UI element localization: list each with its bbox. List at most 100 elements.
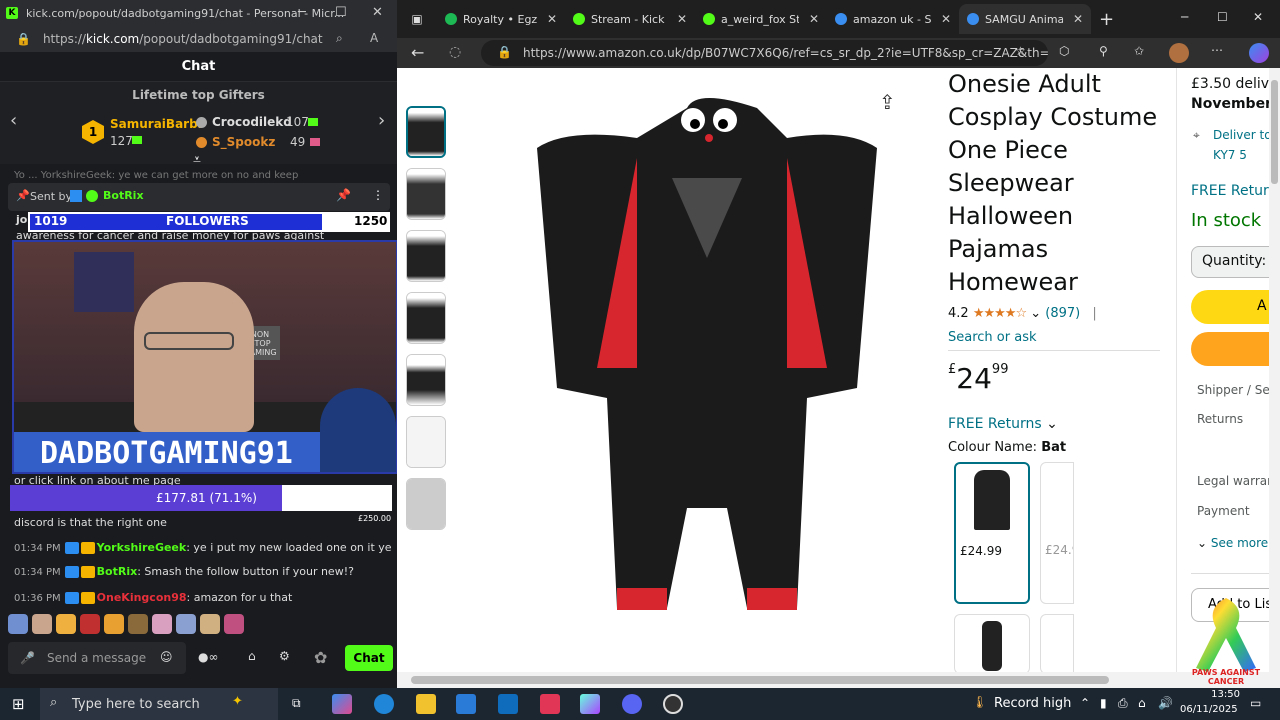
- favorites-icon[interactable]: ✩: [1134, 44, 1144, 58]
- obs-icon[interactable]: [663, 694, 683, 714]
- chevron-right-icon[interactable]: ›: [378, 110, 385, 131]
- weather-text[interactable]: Record high: [994, 696, 1071, 711]
- share-icon[interactable]: ⇪: [879, 90, 896, 114]
- colour-swatch-2[interactable]: £24.9: [1040, 462, 1074, 604]
- tab-5[interactable]: SAMGU Animal On ✕: [959, 4, 1091, 34]
- emote-icon[interactable]: [8, 614, 28, 634]
- thumbnail-2[interactable]: [406, 168, 446, 220]
- more-icon[interactable]: ⋯: [1211, 43, 1223, 57]
- wallet-icon[interactable]: ⚲: [1099, 44, 1108, 58]
- colour-swatch-3[interactable]: [954, 614, 1030, 672]
- maximize-icon[interactable]: ☐: [335, 5, 347, 20]
- clock-time[interactable]: 13:50: [1194, 689, 1240, 700]
- more-icon[interactable]: ⋮: [372, 188, 384, 202]
- chevron-down-icon[interactable]: ⌄: [1030, 306, 1041, 321]
- emote-icon[interactable]: [56, 614, 76, 634]
- horizontal-scroll-thumb[interactable]: [411, 676, 1109, 684]
- emote-icon[interactable]: [104, 614, 124, 634]
- profile-avatar[interactable]: [1169, 43, 1189, 63]
- tab-2[interactable]: Stream - Kick Dash ✕: [565, 4, 695, 34]
- collapse-icon[interactable]: ⩡: [193, 152, 201, 168]
- store-icon[interactable]: [456, 694, 476, 714]
- taskbar-search[interactable]: ⌕ Type here to search ✦: [40, 688, 278, 720]
- star-rating-icon[interactable]: ★★★★☆: [973, 306, 1027, 321]
- gifter-name-third[interactable]: S_Spookz: [212, 135, 275, 149]
- close-icon[interactable]: ✕: [372, 5, 383, 20]
- minimize-icon[interactable]: ─: [298, 5, 306, 20]
- tab-3[interactable]: a_weird_fox Stream ✕: [695, 4, 827, 34]
- zoom-icon[interactable]: ⌕: [336, 31, 343, 46]
- favorite-icon[interactable]: ☆: [1015, 44, 1026, 58]
- store-icon[interactable]: ⌂: [248, 649, 256, 663]
- vertical-scroll-thumb[interactable]: [1271, 80, 1278, 184]
- quantity-select[interactable]: Quantity:: [1191, 246, 1280, 278]
- thumbnail-4[interactable]: [406, 292, 446, 344]
- product-main-image[interactable]: [497, 68, 917, 672]
- close-tab-icon[interactable]: ✕: [809, 12, 819, 26]
- gifter-name-first[interactable]: SamuraiBarbi: [110, 117, 202, 131]
- task-view-icon[interactable]: ⧉: [292, 696, 301, 711]
- minimize-icon[interactable]: ─: [1181, 10, 1188, 24]
- close-tab-icon[interactable]: ✕: [677, 12, 687, 26]
- message-input[interactable]: 🎤 Send a message ☺: [8, 642, 186, 674]
- message-user[interactable]: BotRix: [97, 565, 138, 578]
- emote-icon[interactable]: [152, 614, 172, 634]
- close-tab-icon[interactable]: ✕: [547, 12, 557, 26]
- emote-icon[interactable]: [200, 614, 220, 634]
- app-icon[interactable]: [540, 694, 560, 714]
- outlook-icon[interactable]: [498, 694, 518, 714]
- close-icon[interactable]: ✕: [1253, 10, 1263, 24]
- close-tab-icon[interactable]: ✕: [941, 12, 951, 26]
- copilot-365-icon[interactable]: [580, 694, 600, 714]
- network-icon[interactable]: ⌂: [1138, 696, 1146, 710]
- see-more-link[interactable]: ⌄ See more: [1197, 536, 1268, 550]
- thumbnail-7[interactable]: [406, 478, 446, 530]
- gifter-name-second[interactable]: Crocodilekd: [212, 115, 292, 129]
- emoji-icon[interactable]: ☺: [160, 650, 173, 664]
- close-tab-icon[interactable]: ✕: [1073, 12, 1083, 26]
- maximize-icon[interactable]: ☐: [1217, 10, 1228, 24]
- message-user[interactable]: YorkshireGeek: [97, 541, 187, 554]
- back-icon[interactable]: ←: [411, 43, 424, 62]
- edge-icon[interactable]: [374, 694, 394, 714]
- emote-icon[interactable]: [80, 614, 100, 634]
- clock-date[interactable]: 06/11/2025: [1180, 704, 1238, 715]
- read-aloud-icon[interactable]: A: [370, 31, 378, 45]
- battery-icon[interactable]: ▮: [1100, 696, 1107, 710]
- colour-swatch-4[interactable]: [1040, 614, 1074, 672]
- emote-bar[interactable]: [8, 614, 258, 634]
- tab-1[interactable]: Royalty • Egz ✕: [437, 4, 565, 34]
- url-bar[interactable]: 🔒 https://www.amazon.co.uk/dp/B07WC7X6Q6…: [481, 40, 1048, 66]
- colour-swatch-bat[interactable]: £24.99: [954, 462, 1030, 604]
- vertical-scrollbar[interactable]: [1269, 68, 1280, 672]
- notification-icon[interactable]: ▭: [1250, 696, 1261, 710]
- url-text[interactable]: https://www.amazon.co.uk/dp/B07WC7X6Q6/r…: [523, 46, 1048, 60]
- tab-actions-icon[interactable]: ▣: [397, 12, 437, 26]
- address-bar[interactable]: 🔒 https://kick.com/popout/dadbotgaming91…: [0, 26, 397, 52]
- extensions-icon[interactable]: ⬡: [1059, 44, 1069, 58]
- file-explorer-icon[interactable]: [416, 694, 436, 714]
- review-count-link[interactable]: (897): [1045, 306, 1080, 321]
- thumbnail-5[interactable]: [406, 354, 446, 406]
- url-text[interactable]: https://kick.com/popout/dadbotgaming91/c…: [43, 32, 323, 46]
- emote-icon[interactable]: [128, 614, 148, 634]
- chevron-up-icon[interactable]: ⌃: [1080, 696, 1090, 710]
- copilot-icon[interactable]: [1249, 43, 1269, 63]
- message-user[interactable]: OneKingcon98: [97, 591, 187, 604]
- search-or-ask-link[interactable]: Search or ask: [948, 330, 1037, 345]
- thumbnail-1[interactable]: [406, 106, 446, 158]
- chevron-left-icon[interactable]: ‹: [10, 110, 17, 131]
- thumbnail-3[interactable]: [406, 230, 446, 282]
- postcode-link[interactable]: KY7 5: [1213, 148, 1247, 162]
- add-to-basket-button[interactable]: A: [1191, 290, 1280, 324]
- thumbnail-6[interactable]: [406, 416, 446, 468]
- gear-icon[interactable]: ⚙: [279, 649, 290, 663]
- tab-4[interactable]: amazon uk - Searc ✕: [827, 4, 959, 34]
- volume-icon[interactable]: 🔊: [1158, 696, 1173, 710]
- emote-icon[interactable]: [224, 614, 244, 634]
- horizontal-scrollbar[interactable]: [397, 672, 1280, 688]
- pinned-user[interactable]: BotRix: [103, 189, 144, 202]
- copilot-icon[interactable]: [332, 694, 352, 714]
- infinity-icon[interactable]: ●∞: [198, 650, 218, 664]
- buy-now-button[interactable]: [1191, 332, 1280, 366]
